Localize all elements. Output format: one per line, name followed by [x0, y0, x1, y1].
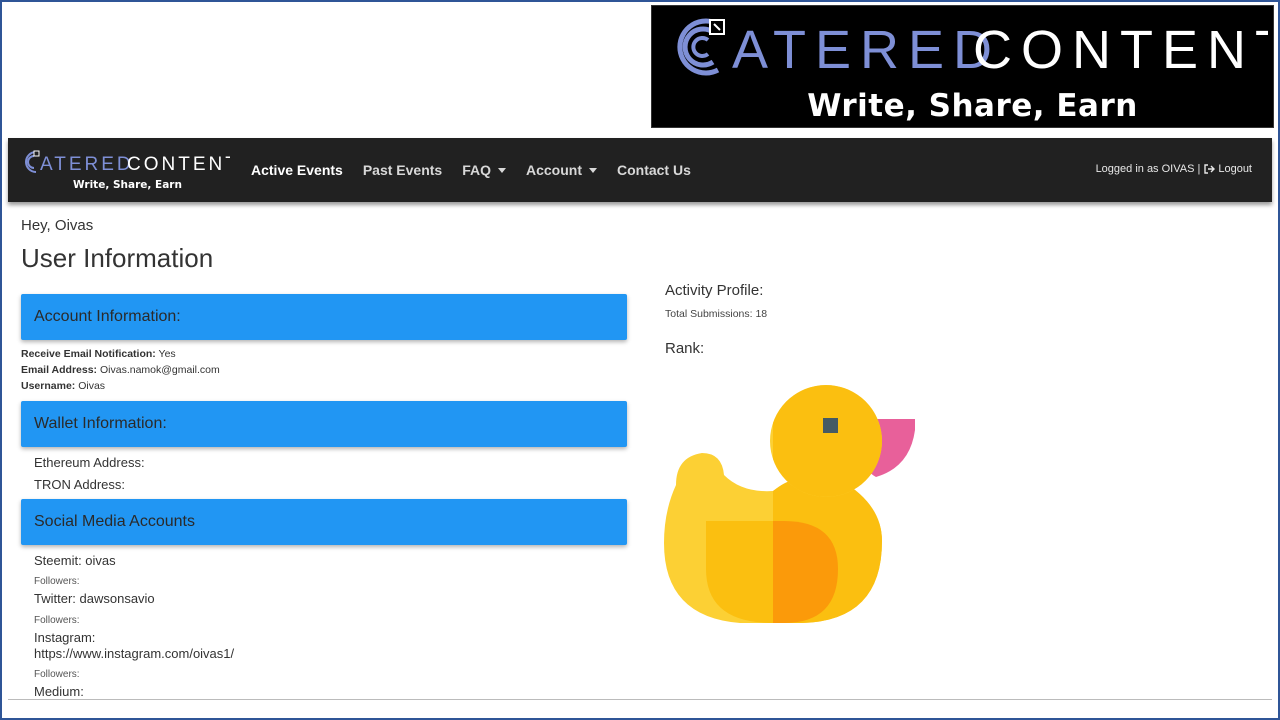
nav-menu: Active Events Past Events FAQ Account Co…	[251, 138, 711, 202]
steemit-followers: Followers:	[34, 576, 80, 587]
rubber-duck-icon	[664, 385, 915, 623]
medium-account: Medium:	[34, 684, 84, 699]
nav-account-label: Account	[525, 162, 582, 178]
page-title: User Information	[21, 243, 214, 273]
brand-banner: ATERED CONTENT Write, Share, Earn	[651, 5, 1274, 128]
navbar-tagline: Write, Share, Earn	[73, 179, 182, 191]
activity-profile-title: Activity Profile:	[665, 282, 764, 299]
navbar-logo[interactable]: ATERED CONTENT Write, Share, Earn	[20, 148, 230, 192]
chevron-down-icon	[497, 167, 506, 173]
brand-tagline: Write, Share, Earn	[807, 88, 1138, 124]
nav-faq-label: FAQ	[462, 162, 491, 178]
nav-account-dropdown[interactable]: Account	[526, 162, 597, 178]
instagram-url[interactable]: https://www.instagram.com/oivas1/	[34, 646, 234, 661]
twitter-followers: Followers:	[34, 615, 80, 626]
logout-link[interactable]: Logout	[1218, 163, 1252, 175]
email-address-value: Oivas.namok@gmail.com	[99, 364, 220, 376]
rank-title: Rank:	[665, 340, 705, 357]
logged-in-text: Logged in as OIVAS |	[1095, 163, 1201, 175]
instagram-account: Instagram:	[34, 630, 96, 645]
logo-c-icon	[677, 18, 725, 76]
chevron-down-icon	[588, 167, 597, 173]
email-notification-label: Receive Email Notification:	[21, 348, 156, 360]
wallet-information-header: Wallet Information:	[21, 401, 627, 447]
navbar-brand-part-2: CONTENT	[127, 154, 230, 175]
navbar-brand-part-1: ATERED	[40, 154, 134, 175]
sign-out-icon[interactable]	[1204, 164, 1216, 174]
brand-name-part-2: CONTENT	[973, 20, 1268, 80]
instagram-followers: Followers:	[34, 669, 80, 680]
email-address-label: Email Address:	[21, 364, 98, 376]
steemit-account: Steemit: oivas	[34, 553, 116, 568]
email-notification-row: Receive Email Notification: Yes	[21, 348, 176, 360]
nav-past-events[interactable]: Past Events	[363, 162, 442, 178]
email-notification-value: Yes	[158, 348, 176, 360]
nav-active-events[interactable]: Active Events	[251, 162, 343, 178]
nav-faq-dropdown[interactable]: FAQ	[462, 162, 506, 178]
brand-logo: ATERED CONTENT	[677, 18, 1268, 80]
email-address-row: Email Address: Oivas.namok@gmail.com	[21, 364, 220, 376]
social-media-header: Social Media Accounts	[21, 499, 627, 545]
username-label: Username:	[21, 380, 76, 392]
ethereum-address-label: Ethereum Address:	[34, 455, 145, 470]
nav-contact-us[interactable]: Contact Us	[617, 162, 691, 178]
total-submissions: Total Submissions: 18	[665, 308, 768, 320]
logo-c-icon	[25, 150, 40, 173]
divider	[8, 699, 1272, 700]
tron-address-label: TRON Address:	[34, 477, 126, 492]
brand-name-part-1: ATERED	[732, 20, 1001, 80]
twitter-account: Twitter: dawsonsavio	[34, 591, 155, 606]
greeting: Hey, Oivas	[21, 217, 94, 234]
username-value: Oivas	[78, 380, 106, 392]
top-navbar: ATERED CONTENT Write, Share, Earn Active…	[8, 138, 1272, 202]
username-row: Username: Oivas	[21, 380, 105, 392]
user-status: Logged in as OIVAS | Logout	[1096, 163, 1252, 175]
account-information-header: Account Information:	[21, 294, 627, 340]
